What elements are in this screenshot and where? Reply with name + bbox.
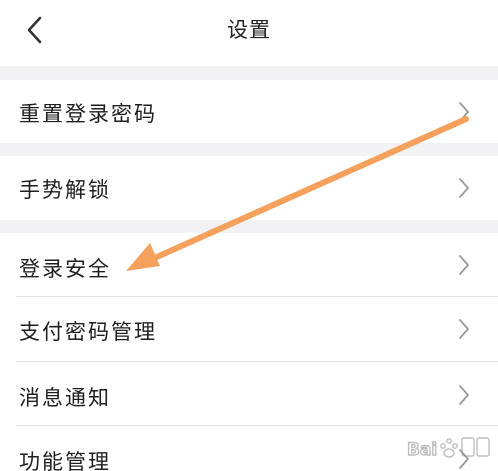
chevron-right-icon	[459, 178, 469, 198]
page-title: 设置	[227, 18, 271, 42]
settings-item-login-security[interactable]: 登录安全	[0, 233, 498, 296]
header-bar: 设置	[0, 0, 498, 66]
section-gap	[0, 220, 498, 233]
settings-item-label: 重置登录密码	[19, 102, 157, 126]
chevron-right-icon	[459, 385, 469, 405]
chevron-right-icon	[459, 319, 469, 339]
settings-item-label: 手势解锁	[19, 178, 111, 202]
settings-item-reset-login-password[interactable]: 重置登录密码	[0, 80, 498, 143]
section-gap	[0, 143, 498, 156]
settings-item-feature-management[interactable]: 功能管理	[0, 426, 498, 471]
settings-item-payment-password[interactable]: 支付密码管理	[0, 297, 498, 361]
chevron-right-icon	[459, 255, 469, 275]
settings-item-label: 支付密码管理	[19, 320, 157, 344]
settings-item-message-notifications[interactable]: 消息通知	[0, 362, 498, 425]
chevron-right-icon	[459, 449, 469, 469]
settings-item-label: 登录安全	[19, 257, 111, 281]
section-gap	[0, 66, 498, 80]
settings-item-label: 功能管理	[19, 450, 111, 471]
settings-item-label: 消息通知	[19, 386, 111, 410]
settings-item-gesture-unlock[interactable]: 手势解锁	[0, 156, 498, 220]
chevron-right-icon	[459, 102, 469, 122]
settings-screen: 设置 重置登录密码 手势解锁 登录安全 支付密码管理 消息通知 功能管理 Bai	[0, 0, 498, 471]
